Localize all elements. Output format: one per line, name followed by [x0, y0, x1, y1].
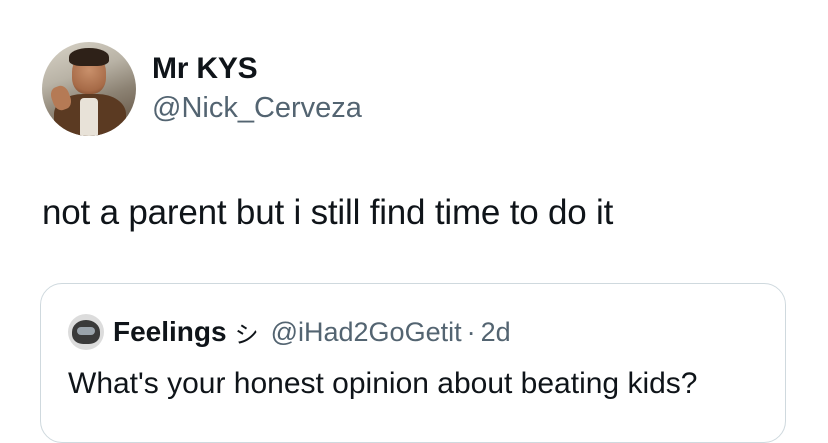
separator-dot: ·	[466, 316, 476, 347]
quoted-tweet-time[interactable]: 2d	[481, 317, 511, 348]
author-display-name[interactable]: Mr KYS	[152, 51, 362, 87]
author-handle[interactable]: @Nick_Cerveza	[152, 89, 362, 127]
author-avatar[interactable]	[42, 42, 136, 136]
quoted-author-display-name[interactable]: Feelings	[113, 316, 227, 348]
visor-shape	[77, 327, 95, 335]
avatar-hair-shape	[69, 48, 109, 66]
avatar-shirt-shape	[80, 98, 98, 136]
quoted-tweet-card[interactable]: Feelings シ @iHad2GoGetit · 2d What's you…	[40, 283, 786, 443]
quoted-author-avatar[interactable]	[68, 314, 104, 350]
tweet-text: not a parent but i still find time to do…	[42, 193, 614, 232]
author-names: Mr KYS @Nick_Cerveza	[152, 51, 362, 127]
tweet-header: Mr KYS @Nick_Cerveza	[42, 42, 362, 136]
quoted-name-emoji: シ	[234, 320, 259, 349]
quoted-tweet-text: What's your honest opinion about beating…	[68, 367, 698, 400]
quoted-tweet-header: Feelings シ @iHad2GoGetit · 2d	[68, 314, 511, 350]
quoted-author-handle[interactable]: @iHad2GoGetit	[271, 317, 462, 348]
